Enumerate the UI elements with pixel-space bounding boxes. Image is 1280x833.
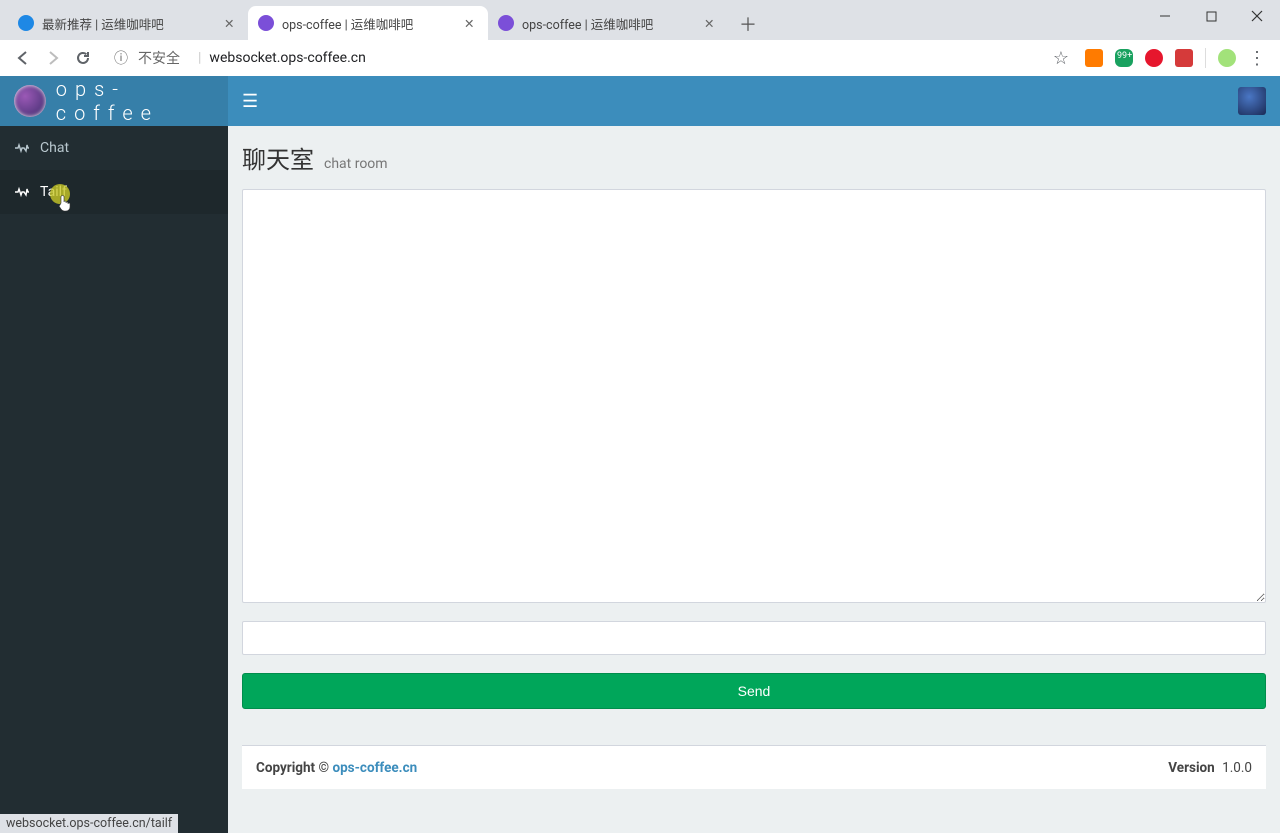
reload-button[interactable] — [68, 43, 98, 73]
brand-name: ops-coffee — [56, 77, 228, 125]
favicon-icon — [498, 15, 514, 31]
cursor-hand-icon — [58, 194, 74, 212]
url-divider: | — [198, 50, 201, 66]
page-heading: 聊天室 chat room — [242, 140, 1266, 175]
close-window-button[interactable] — [1234, 0, 1280, 32]
footer: Copyright © ops-coffee.cn Version 1.0.0 — [242, 745, 1266, 789]
sidebar: ops-coffee Chat Tailf — [0, 76, 228, 833]
browser-tab-active[interactable]: ops-coffee | 运维咖啡吧 ✕ — [248, 6, 488, 40]
close-icon[interactable]: ✕ — [464, 16, 478, 30]
star-icon[interactable]: ☆ — [1053, 48, 1069, 69]
new-tab-button[interactable]: ＋ — [734, 10, 762, 38]
favicon-icon — [18, 15, 34, 31]
version-number: 1.0.0 — [1222, 760, 1252, 776]
brand-bar: ops-coffee — [0, 76, 228, 126]
favicon-icon — [258, 15, 274, 31]
main: ☰ 聊天室 chat room Send Copyright © ops-cof… — [228, 76, 1280, 833]
send-button[interactable]: Send — [242, 673, 1266, 709]
close-icon[interactable]: ✕ — [224, 16, 238, 30]
browser-tab[interactable]: 最新推荐 | 运维咖啡吧 ✕ — [8, 6, 248, 40]
extensions: 99+ — [1085, 48, 1236, 68]
browser-tab[interactable]: ops-coffee | 运维咖啡吧 ✕ — [488, 6, 728, 40]
browser-chrome: 最新推荐 | 运维咖啡吧 ✕ ops-coffee | 运维咖啡吧 ✕ ops-… — [0, 0, 1280, 76]
back-button[interactable] — [8, 43, 38, 73]
page-subtitle: chat room — [324, 156, 388, 172]
profile-avatar-icon[interactable] — [1238, 87, 1266, 115]
brand-logo-icon — [14, 85, 46, 117]
sidebar-item-chat[interactable]: Chat — [0, 126, 228, 170]
info-icon[interactable]: ⓘ — [114, 48, 128, 68]
status-bar: websocket.ops-coffee.cn/tailf — [0, 814, 178, 833]
extension-icon[interactable] — [1218, 49, 1236, 67]
version-label: Version — [1168, 760, 1214, 776]
copyright-prefix: Copyright © — [256, 760, 332, 776]
hamburger-icon[interactable]: ☰ — [242, 91, 258, 112]
topbar: ☰ — [228, 76, 1280, 126]
tab-title: 最新推荐 | 运维咖啡吧 — [42, 14, 218, 33]
menu-button[interactable]: ⋮ — [1242, 43, 1272, 73]
app: ops-coffee Chat Tailf ☰ 聊天室 — [0, 76, 1280, 833]
sidebar-item-label: Chat — [40, 140, 69, 156]
extension-icon[interactable] — [1085, 49, 1103, 67]
address-bar-row: ⓘ 不安全 | websocket.ops-coffee.cn ☆ 99+ ⋮ — [0, 40, 1280, 76]
url-text: websocket.ops-coffee.cn — [209, 50, 365, 66]
tab-bar: 最新推荐 | 运维咖啡吧 ✕ ops-coffee | 运维咖啡吧 ✕ ops-… — [0, 0, 1280, 40]
content: 聊天室 chat room Send Copyright © ops-coffe… — [228, 126, 1280, 833]
forward-button[interactable] — [38, 43, 68, 73]
extension-icon[interactable]: 99+ — [1115, 49, 1133, 67]
footer-link[interactable]: ops-coffee.cn — [332, 760, 417, 776]
chat-log-area[interactable] — [242, 189, 1266, 603]
extension-icon[interactable] — [1175, 49, 1193, 67]
sidebar-item-tailf[interactable]: Tailf — [0, 170, 228, 214]
message-input[interactable] — [242, 621, 1266, 655]
page-title: 聊天室 — [242, 140, 314, 175]
insecure-label: 不安全 — [138, 48, 180, 68]
extension-divider — [1205, 48, 1206, 68]
heartbeat-icon — [14, 186, 30, 198]
close-icon[interactable]: ✕ — [704, 16, 718, 30]
minimize-button[interactable] — [1142, 0, 1188, 32]
extension-icon[interactable] — [1145, 49, 1163, 67]
tab-title: ops-coffee | 运维咖啡吧 — [282, 14, 458, 33]
heartbeat-icon — [14, 142, 30, 154]
copyright: Copyright © ops-coffee.cn — [256, 760, 417, 776]
version: Version 1.0.0 — [1168, 760, 1252, 776]
window-controls — [1142, 0, 1280, 32]
maximize-button[interactable] — [1188, 0, 1234, 32]
address-bar[interactable]: ⓘ 不安全 | websocket.ops-coffee.cn — [104, 44, 1039, 72]
tab-title: ops-coffee | 运维咖啡吧 — [522, 14, 698, 33]
